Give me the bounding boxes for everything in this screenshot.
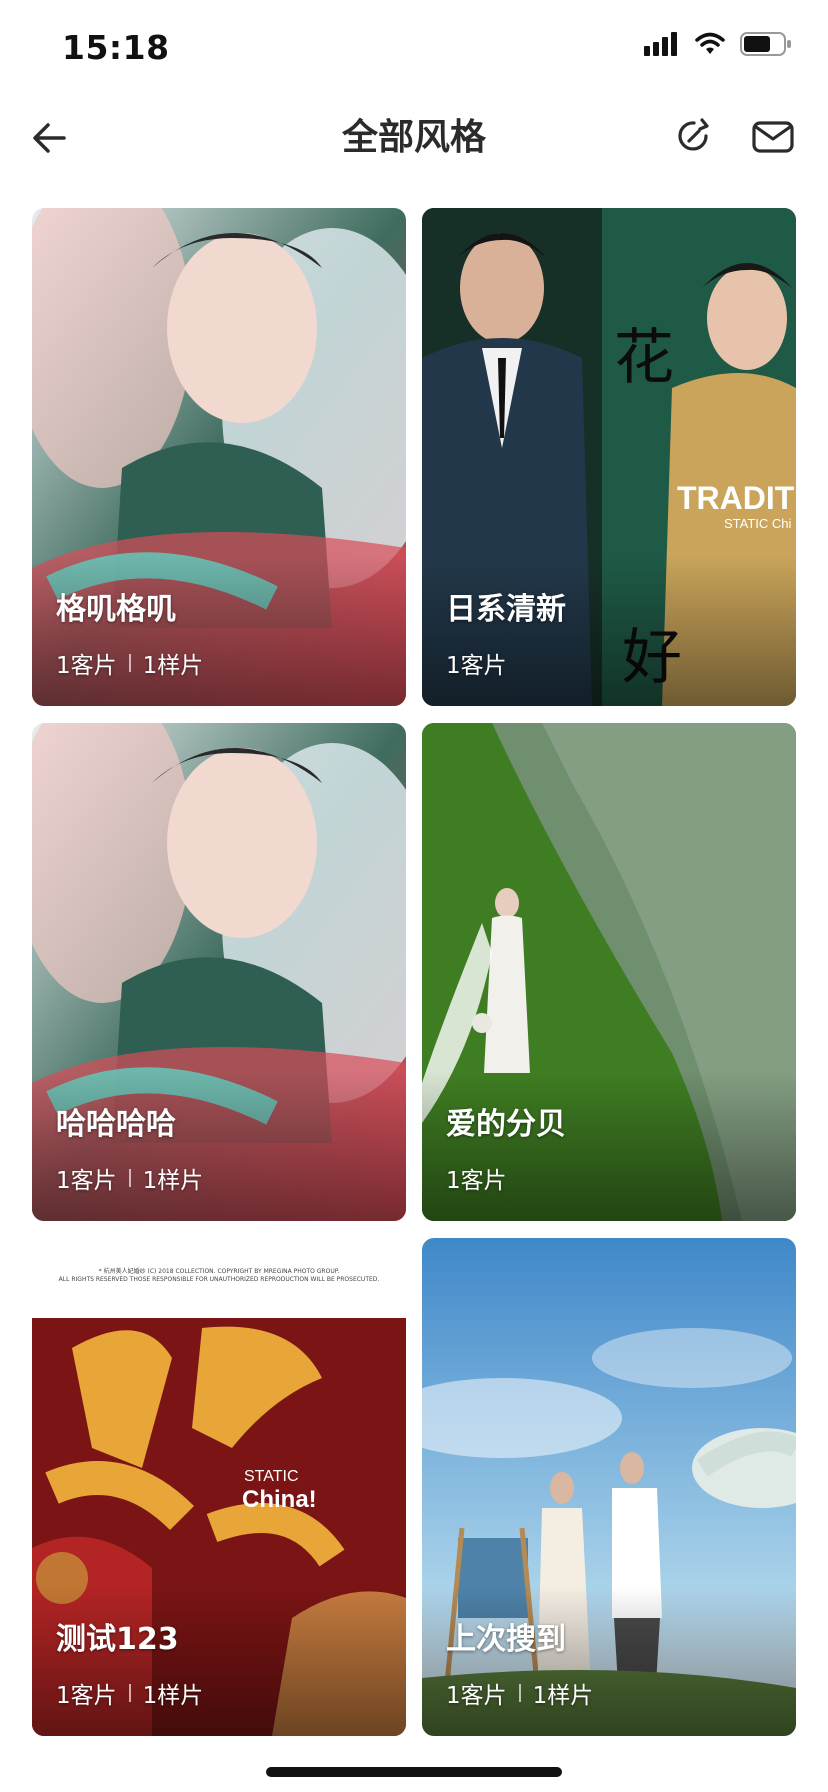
style-card[interactable]: STATIC China! 测试123 1客片 1样片 (32, 1318, 406, 1736)
style-card[interactable]: 花 好 TRADIT STATIC Chi 日系清新 1客片 (422, 208, 796, 706)
home-indicator (266, 1767, 562, 1777)
status-time: 15:18 (62, 28, 170, 67)
sample-count: 1样片 (142, 1168, 204, 1194)
client-count: 1客片 (446, 1168, 507, 1194)
style-card[interactable]: 格叽格叽 1客片 1样片 (32, 208, 406, 706)
card-title: 测试123 (56, 1622, 179, 1657)
divider (128, 654, 131, 672)
wifi-icon (695, 32, 725, 54)
client-count: 1客片 (446, 1683, 507, 1709)
card-counts: 1客片 1样片 (56, 1161, 203, 1195)
signal-icon (644, 32, 677, 56)
sample-count: 1样片 (142, 1683, 204, 1709)
card-title: 哈哈哈哈 (56, 1107, 176, 1142)
sample-count: 1样片 (532, 1683, 594, 1709)
card-title: 上次搜到 (446, 1622, 566, 1657)
card-title: 爱的分贝 (446, 1107, 566, 1142)
card-title: 格叽格叽 (56, 592, 176, 627)
style-card[interactable]: 上次搜到 1客片 1样片 (422, 1238, 796, 1736)
client-count: 1客片 (446, 653, 507, 679)
poster-text-static: STATIC (244, 1468, 299, 1485)
card-counts: 1客片 1样片 (56, 646, 203, 680)
card-counts: 1客片 1样片 (56, 1676, 203, 1710)
status-bar: 15:18 (0, 0, 828, 98)
poster-text-china: China! (242, 1486, 317, 1513)
poster-text-traditional: TRADIT (677, 480, 795, 516)
status-icons (644, 32, 792, 56)
svg-text:花: 花 (614, 323, 674, 393)
refresh-icon[interactable] (672, 114, 716, 158)
style-card[interactable]: 哈哈哈哈 1客片 1样片 (32, 723, 406, 1221)
card-counts: 1客片 (446, 1161, 507, 1195)
poster-copyright-line2: ALL RIGHTS RESERVED THOSE RESPONSIBLE FO… (58, 1276, 380, 1283)
card-counts: 1客片 (446, 646, 507, 680)
card-counts: 1客片 1样片 (446, 1676, 593, 1710)
poster-text-static-china: STATIC Chi (724, 516, 792, 531)
client-count: 1客片 (56, 653, 117, 679)
sample-count: 1样片 (142, 653, 204, 679)
poster-copyright-line1: * 杭州美人妃婚纱 (C) 2018 COLLECTION. COPYRIGHT… (98, 1268, 340, 1275)
client-count: 1客片 (56, 1683, 117, 1709)
divider (128, 1169, 131, 1187)
mail-icon[interactable] (750, 114, 796, 158)
battery-icon (740, 32, 791, 56)
divider (128, 1684, 131, 1702)
divider (518, 1684, 521, 1702)
nav-bar: 全部风格 (0, 98, 828, 198)
style-card[interactable]: 爱的分贝 1客片 (422, 723, 796, 1221)
client-count: 1客片 (56, 1168, 117, 1194)
poster-copyright-band: * 杭州美人妃婚纱 (C) 2018 COLLECTION. COPYRIGHT… (32, 1238, 406, 1320)
card-title: 日系清新 (446, 592, 566, 627)
